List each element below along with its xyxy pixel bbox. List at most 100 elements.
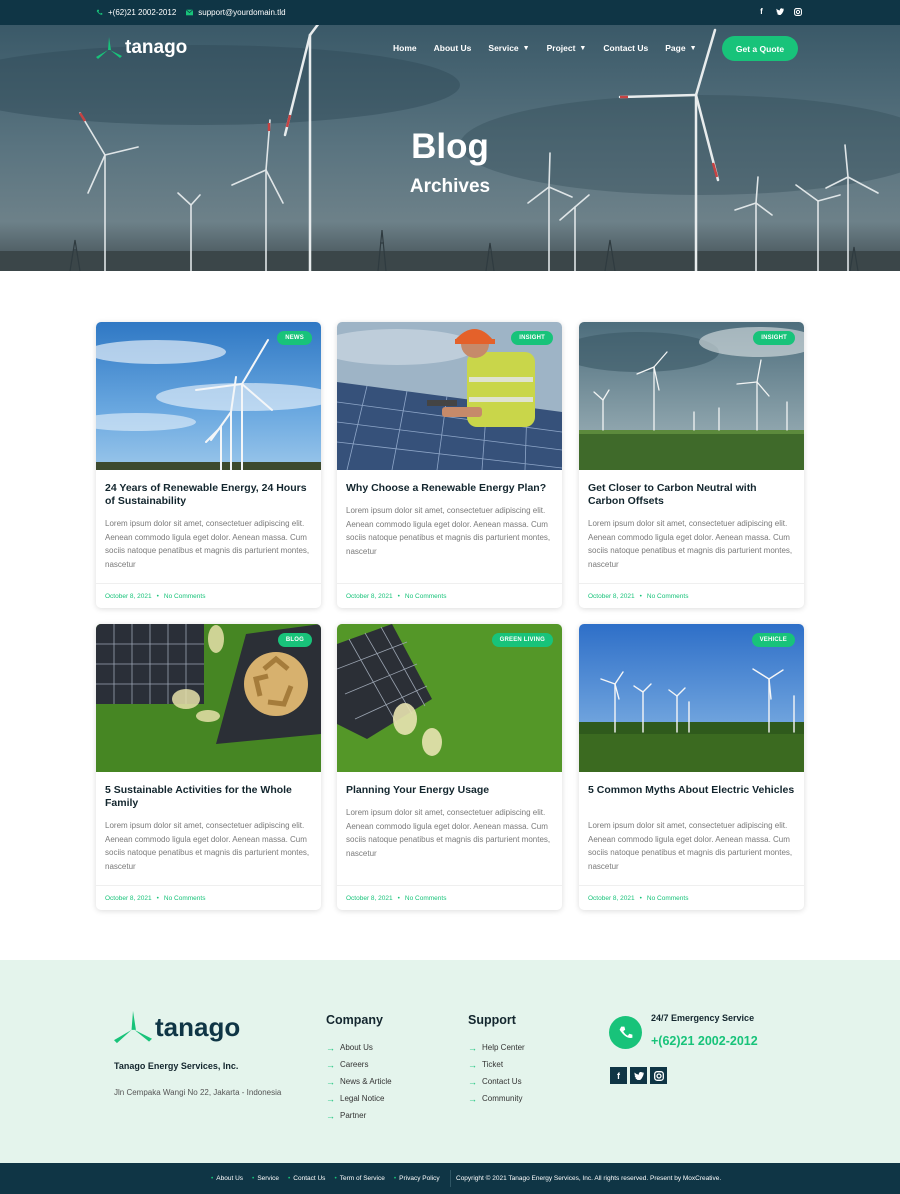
footer-link-news[interactable]: → News & Article <box>326 1073 392 1090</box>
post-comments[interactable]: No Comments <box>405 895 447 902</box>
footer-company-links: → About Us → Careers → News & Article → Lega… <box>326 1039 392 1124</box>
chevron-down-icon: ▼ <box>689 44 697 52</box>
category-badge[interactable]: Blog <box>277 633 312 647</box>
post-comments[interactable]: No Comments <box>405 593 447 600</box>
phone-icon <box>609 1016 642 1049</box>
bottom-link-term-of-service[interactable]: Term of Service <box>334 1175 385 1182</box>
copyright: Copyright © 2021 Tanago Energy Services,… <box>456 1175 722 1182</box>
nav-label: Project <box>546 43 576 53</box>
post-date[interactable]: October 8, 2021 <box>588 895 635 902</box>
nav-item-about-us[interactable]: About Us <box>434 43 472 53</box>
footer-link-ticket[interactable]: → Ticket <box>468 1056 525 1073</box>
nav-item-contact-us[interactable]: Contact Us <box>603 43 648 53</box>
post-excerpt: Lorem ipsum dolor sit amet, consectetuer… <box>588 519 793 569</box>
footer-link-label: Contact Us <box>482 1077 522 1086</box>
post-comments[interactable]: No Comments <box>164 895 206 902</box>
footer-support-column: Support → Help Center → Ticket → Contact Us… <box>468 1013 525 1107</box>
post-image[interactable]: Vehicle <box>579 624 804 772</box>
post-date[interactable]: October 8, 2021 <box>346 593 393 600</box>
get-a-quote-button[interactable]: Get a Quote <box>722 36 798 61</box>
arrow-right-icon: → <box>326 1042 335 1053</box>
footer-company-name: Tanago Energy Services, Inc. <box>114 1061 239 1071</box>
footer-link-label: Ticket <box>482 1060 504 1069</box>
post-card[interactable]: Vehicle 5 Common Myths About Electric Ve… <box>579 624 804 910</box>
post-card[interactable]: Blog 5 Sustainable Activities for the Wh… <box>96 624 321 910</box>
post-date[interactable]: October 8, 2021 <box>588 593 635 600</box>
category-badge[interactable]: Insight <box>753 331 795 345</box>
footer-support-links: → Help Center → Ticket → Contact Us → Commun… <box>468 1039 525 1107</box>
footer-logo[interactable]: tanago <box>114 1010 240 1044</box>
post-image[interactable]: Insight <box>579 322 804 470</box>
post-excerpt: Lorem ipsum dolor sit amet, consectetuer… <box>346 506 551 556</box>
footer-link-help-center[interactable]: → Help Center <box>468 1039 525 1056</box>
footer-link-contact-us[interactable]: → Contact Us <box>468 1073 525 1090</box>
twitter-icon[interactable] <box>775 7 784 16</box>
nav-item-project[interactable]: Project ▼ <box>547 43 587 53</box>
instagram-icon[interactable] <box>650 1067 667 1084</box>
post-title[interactable]: Why Choose a Renewable Energy Plan? <box>346 482 553 495</box>
post-title[interactable]: Planning Your Energy Usage <box>346 784 553 797</box>
nav-label: Home <box>393 43 417 53</box>
post-date[interactable]: October 8, 2021 <box>346 895 393 902</box>
post-title[interactable]: 5 Common Myths About Electric Vehicles <box>588 784 795 797</box>
emergency-phone[interactable]: +(62)21 2002-2012 <box>651 1034 758 1048</box>
post-image[interactable]: Green Living <box>337 624 562 772</box>
footer-social: f <box>610 1067 667 1084</box>
meta-separator: • <box>156 592 159 600</box>
nav-item-home[interactable]: Home <box>393 43 417 53</box>
page-subtitle: Archives <box>409 176 491 197</box>
footer-link-about-us[interactable]: → About Us <box>326 1039 392 1056</box>
post-comments[interactable]: No Comments <box>164 593 206 600</box>
site-logo[interactable]: tanago <box>96 37 187 59</box>
footer-link-partner[interactable]: → Partner <box>326 1107 392 1124</box>
category-badge[interactable]: News <box>277 331 312 345</box>
nav-item-service[interactable]: Service ▼ <box>488 43 529 53</box>
post-image[interactable]: Blog <box>96 624 321 772</box>
post-date[interactable]: October 8, 2021 <box>105 895 152 902</box>
footer-link-community[interactable]: → Community <box>468 1090 525 1107</box>
post-meta: October 8, 2021 • No Comments <box>579 885 804 910</box>
post-image[interactable]: Insight <box>337 322 562 470</box>
top-phone-text: +(62)21 2002-2012 <box>108 8 177 17</box>
post-card[interactable]: Insight Get Closer to Carbon Neutral wit… <box>579 322 804 608</box>
post-date[interactable]: October 8, 2021 <box>105 593 152 600</box>
facebook-icon[interactable]: f <box>610 1067 627 1084</box>
arrow-right-icon: → <box>468 1093 477 1104</box>
post-comments[interactable]: No Comments <box>647 895 689 902</box>
post-image[interactable]: News <box>96 322 321 470</box>
category-badge[interactable]: Vehicle <box>751 633 795 647</box>
category-badge[interactable]: Green Living <box>491 633 553 647</box>
post-title[interactable]: 5 Sustainable Activities for the Whole F… <box>105 784 312 810</box>
footer-link-label: News & Article <box>340 1077 392 1086</box>
page-title: Blog <box>411 127 489 166</box>
post-card[interactable]: Insight Why Choose a Renewable Energy Pl… <box>337 322 562 608</box>
footer-link-legal-notice[interactable]: → Legal Notice <box>326 1090 392 1107</box>
instagram-icon[interactable] <box>793 7 802 16</box>
footer-link-label: About Us <box>340 1043 373 1052</box>
nav-label: Page <box>665 43 686 53</box>
footer-link-label: Partner <box>340 1111 367 1120</box>
post-title[interactable]: Get Closer to Carbon Neutral with Carbon… <box>588 482 795 508</box>
arrow-right-icon: → <box>468 1059 477 1070</box>
bottom-link-about-us[interactable]: About Us <box>211 1175 243 1182</box>
bottom-link-contact-us[interactable]: Contact Us <box>288 1175 325 1182</box>
post-title[interactable]: 24 Years of Renewable Energy, 24 Hours o… <box>105 482 312 508</box>
bottom-link-service[interactable]: Service <box>252 1175 279 1182</box>
post-card[interactable]: Green Living Planning Your Energy Usage … <box>337 624 562 910</box>
twitter-icon[interactable] <box>630 1067 647 1084</box>
bottom-link-privacy-policy[interactable]: Privacy Policy <box>394 1175 439 1182</box>
post-meta: October 8, 2021 • No Comments <box>96 583 321 608</box>
post-meta: October 8, 2021 • No Comments <box>337 885 562 910</box>
envelope-icon <box>186 9 194 16</box>
top-email-text: support@yourdomain.tld <box>198 8 286 17</box>
nav-item-page[interactable]: Page ▼ <box>665 43 696 53</box>
post-card[interactable]: News 24 Years of Renewable Energy, 24 Ho… <box>96 322 321 608</box>
arrow-right-icon: → <box>326 1059 335 1070</box>
facebook-icon[interactable]: f <box>757 7 766 16</box>
footer-link-careers[interactable]: → Careers <box>326 1056 392 1073</box>
post-comments[interactable]: No Comments <box>647 593 689 600</box>
category-badge[interactable]: Insight <box>511 331 553 345</box>
top-email[interactable]: support@yourdomain.tld <box>186 8 286 17</box>
top-phone[interactable]: +(62)21 2002-2012 <box>96 8 176 17</box>
footer-link-label: Legal Notice <box>340 1094 385 1103</box>
